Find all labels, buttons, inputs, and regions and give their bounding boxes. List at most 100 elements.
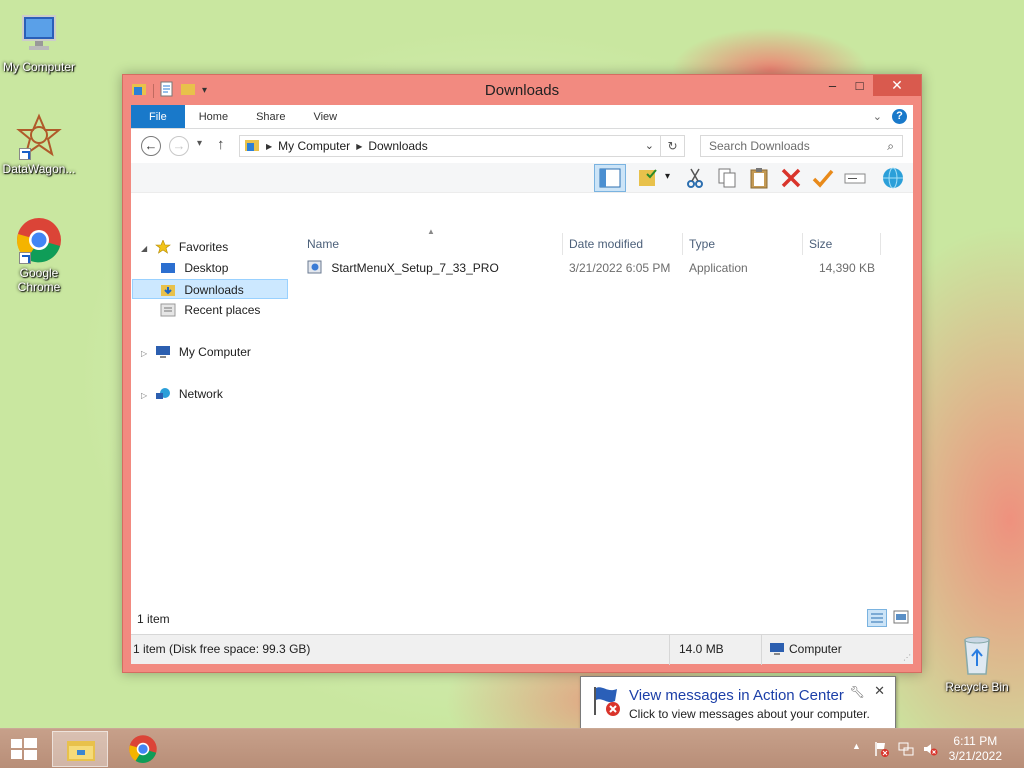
close-icon[interactable]: ✕ xyxy=(874,683,885,699)
help-icon[interactable]: ? xyxy=(892,109,907,124)
close-button[interactable]: ✕ xyxy=(873,75,921,96)
window-title: Downloads xyxy=(484,82,560,99)
explorer-window: ▾ Downloads – □ ✕ File Home Share View ⌄… xyxy=(122,74,922,673)
show-hidden-icons-icon[interactable]: ▲ xyxy=(852,741,861,751)
desktop-icon xyxy=(160,261,176,275)
recent-places-icon xyxy=(160,303,176,317)
nav-favorites-label: Favorites xyxy=(178,240,229,254)
up-button[interactable]: ↑ xyxy=(217,136,225,153)
search-icon[interactable]: ⌕ xyxy=(887,136,894,156)
network-globe-icon[interactable] xyxy=(881,166,905,190)
network-icon xyxy=(155,387,171,401)
chrome-icon xyxy=(128,734,158,767)
shortcut-arrow-icon xyxy=(19,252,31,264)
star-icon xyxy=(154,239,171,254)
nav-my-computer[interactable]: ▷ My Computer xyxy=(141,342,251,362)
resize-grip-icon[interactable]: ⋰ xyxy=(903,653,911,662)
layout-icon[interactable] xyxy=(637,166,661,190)
settings-wrench-icon[interactable]: 🔧︎ xyxy=(850,685,865,699)
desktop-label: My Computer xyxy=(2,60,76,74)
clock-date: 3/21/2022 xyxy=(948,749,1002,763)
computer-icon xyxy=(769,642,785,659)
file-size: 14,390 KB xyxy=(818,261,875,275)
item-count-bar: 1 item xyxy=(131,604,913,634)
minimize-button[interactable]: – xyxy=(819,75,846,96)
refresh-icon[interactable]: ↻ xyxy=(660,136,684,156)
layout-dropdown-icon[interactable]: ▾ xyxy=(665,171,670,182)
nav-downloads-label: Downloads xyxy=(184,283,244,297)
breadcrumb-my-computer[interactable]: My Computer xyxy=(278,139,350,153)
copy-icon[interactable] xyxy=(715,166,739,190)
large-icons-view-icon[interactable] xyxy=(893,610,909,627)
search-placeholder: Search Downloads xyxy=(709,139,810,153)
window-content: File Home Share View ⌄ ? ← → ▾ ↑ ▶ My Co… xyxy=(131,105,913,665)
address-dropdown-icon[interactable]: ⌄ xyxy=(645,139,654,152)
file-date: 3/21/2022 6:05 PM xyxy=(569,261,671,275)
back-button[interactable]: ← xyxy=(141,136,161,156)
computer-icon xyxy=(15,10,63,58)
selection-size: 14.0 MB xyxy=(679,642,724,656)
nav-recent-places[interactable]: Recent places xyxy=(160,300,260,320)
navigation-bar: ← → ▾ ↑ ▶ My Computer ▶ Downloads ⌄ ↻ Se… xyxy=(131,129,913,163)
delete-icon[interactable] xyxy=(779,166,803,190)
network-tray-icon[interactable] xyxy=(898,741,914,760)
maximize-button[interactable]: □ xyxy=(846,75,873,96)
tab-view[interactable]: View xyxy=(299,105,351,128)
search-input[interactable]: Search Downloads ⌕ xyxy=(700,135,903,157)
action-center-tray-icon[interactable] xyxy=(874,741,890,760)
clock-time: 6:11 PM xyxy=(953,734,998,748)
table-row[interactable]: StartMenuX_Setup_7_33_PRO 3/21/2022 6:05… xyxy=(301,257,901,279)
column-header-size[interactable]: Size xyxy=(803,233,881,255)
file-explorer-icon xyxy=(66,737,96,766)
desktop-icon-recycle-bin[interactable]: Recycle Bin xyxy=(938,630,1016,694)
tab-home[interactable]: Home xyxy=(185,105,242,128)
folder-icon xyxy=(244,138,260,155)
system-clock[interactable]: 6:11 PM 3/21/2022 xyxy=(949,734,1002,764)
details-view-icon[interactable] xyxy=(867,609,887,627)
start-button[interactable] xyxy=(10,737,38,761)
item-count: 1 item xyxy=(137,612,170,626)
expanded-arrow-icon: ◢ xyxy=(141,244,148,253)
nav-my-computer-label: My Computer xyxy=(178,345,251,359)
column-header-date-modified[interactable]: Date modified xyxy=(563,233,683,255)
desktop-label: DataWagon... xyxy=(2,162,76,176)
tab-file[interactable]: File xyxy=(131,105,185,128)
expand-ribbon-icon[interactable]: ⌄ xyxy=(873,110,882,123)
paste-icon[interactable] xyxy=(747,166,771,190)
column-header-name[interactable]: Name xyxy=(301,233,563,255)
file-type: Application xyxy=(689,261,748,275)
tab-share[interactable]: Share xyxy=(242,105,299,128)
taskbar-chrome[interactable] xyxy=(116,731,172,767)
desktop-icon-chrome[interactable]: Google Chrome xyxy=(0,216,78,294)
breadcrumb-downloads[interactable]: Downloads xyxy=(368,139,427,153)
volume-muted-icon[interactable] xyxy=(922,741,938,760)
breadcrumb-separator-icon: ▶ xyxy=(266,141,273,151)
recent-locations-button[interactable]: ▾ xyxy=(197,138,202,149)
preview-pane-icon[interactable] xyxy=(594,164,626,192)
rename-field-icon[interactable] xyxy=(843,166,867,190)
nav-downloads[interactable]: Downloads xyxy=(132,279,288,299)
nav-network-label: Network xyxy=(178,387,223,401)
nav-desktop[interactable]: Desktop xyxy=(160,258,228,278)
action-center-balloon[interactable]: View messages in Action Center Click to … xyxy=(580,676,896,730)
nav-favorites[interactable]: ◢ Favorites xyxy=(141,237,228,257)
taskbar-file-explorer[interactable] xyxy=(52,731,108,767)
command-toolbar: ▾ xyxy=(131,163,913,193)
rename-check-icon[interactable] xyxy=(811,166,835,190)
title-bar[interactable]: ▾ Downloads – □ ✕ xyxy=(123,75,921,105)
desktop-icon-datawagon[interactable]: DataWagon... xyxy=(0,112,78,176)
address-bar[interactable]: ▶ My Computer ▶ Downloads ⌄ ↻ xyxy=(239,135,685,157)
forward-button[interactable]: → xyxy=(169,136,189,156)
cut-icon[interactable] xyxy=(683,166,707,190)
ribbon-tabs: File Home Share View ⌄ ? xyxy=(131,105,913,129)
computer-icon xyxy=(155,345,171,359)
balloon-title: View messages in Action Center xyxy=(629,687,844,704)
collapsed-arrow-icon: ▷ xyxy=(141,349,148,358)
datawagon-icon xyxy=(15,112,63,160)
taskbar: ▲ 6:11 PM 3/21/2022 xyxy=(0,728,1024,768)
desktop-icon-my-computer[interactable]: My Computer xyxy=(0,10,78,74)
column-header-type[interactable]: Type xyxy=(683,233,803,255)
downloads-folder-icon xyxy=(160,283,176,297)
collapsed-arrow-icon: ▷ xyxy=(141,391,148,400)
nav-network[interactable]: ▷ Network xyxy=(141,384,223,404)
